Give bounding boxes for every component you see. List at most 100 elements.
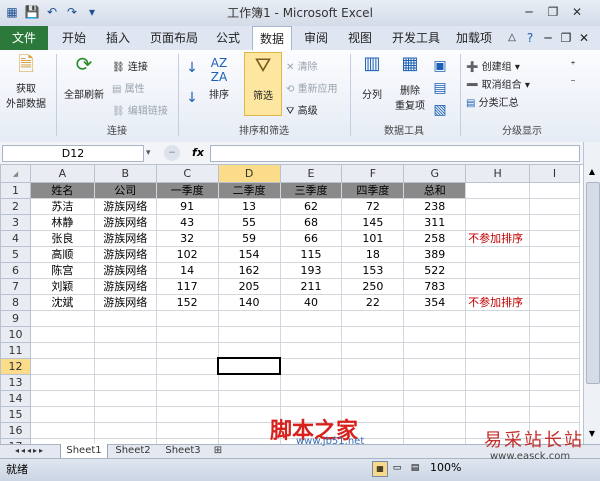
cell-g1[interactable]: 总和 bbox=[403, 182, 467, 199]
cell-c14[interactable] bbox=[155, 390, 219, 407]
cell-g5[interactable]: 389 bbox=[403, 246, 467, 263]
cell-h9[interactable] bbox=[465, 310, 531, 327]
cell-f11[interactable] bbox=[341, 342, 405, 359]
column-header-a[interactable]: A bbox=[29, 164, 95, 183]
formula-expand-icon[interactable]: − bbox=[164, 145, 180, 161]
cell-c4[interactable]: 32 bbox=[155, 230, 219, 247]
sort-button[interactable]: AZ ZA 排序 bbox=[204, 56, 234, 101]
tab-review[interactable]: 审阅 bbox=[298, 26, 334, 50]
row-header-6[interactable]: 6 bbox=[0, 262, 31, 279]
cell-a7[interactable]: 刘颖 bbox=[29, 278, 95, 295]
scroll-thumb[interactable] bbox=[586, 182, 600, 384]
get-external-data-button[interactable]: 🗎 获取 外部数据 bbox=[6, 54, 46, 110]
cell-e7[interactable]: 211 bbox=[279, 278, 343, 295]
cell-g3[interactable]: 311 bbox=[403, 214, 467, 231]
row-header-9[interactable]: 9 bbox=[0, 310, 31, 327]
row-header-10[interactable]: 10 bbox=[0, 326, 31, 343]
cell-e4[interactable]: 66 bbox=[279, 230, 343, 247]
page-layout-view-icon[interactable]: ▭ bbox=[390, 461, 404, 475]
cell-b16[interactable] bbox=[93, 422, 157, 439]
reapply-button[interactable]: ⟲ 重新应用 bbox=[286, 80, 338, 95]
cell-g8[interactable]: 354 bbox=[403, 294, 467, 311]
subtotal-button[interactable]: ▤ 分类汇总 bbox=[466, 94, 519, 109]
tab-view[interactable]: 视图 bbox=[342, 26, 378, 50]
cell-e11[interactable] bbox=[279, 342, 343, 359]
minimize-button[interactable]: ─ bbox=[518, 3, 540, 21]
cell-h14[interactable] bbox=[465, 390, 531, 407]
cell-i7[interactable] bbox=[529, 278, 580, 295]
cell-d3[interactable]: 55 bbox=[217, 214, 281, 231]
row-header-5[interactable]: 5 bbox=[0, 246, 31, 263]
help-icon[interactable]: ? bbox=[522, 26, 538, 50]
cell-h12[interactable] bbox=[465, 358, 531, 375]
cell-f4[interactable]: 101 bbox=[341, 230, 405, 247]
tab-developer[interactable]: 开发工具 bbox=[386, 26, 446, 50]
cell-d1[interactable]: 二季度 bbox=[217, 182, 281, 199]
row-header-15[interactable]: 15 bbox=[0, 406, 31, 423]
worksheet-grid[interactable]: ◢ A B C D E F G H I 1 姓名 公司 一季度 二季度 三季度 四季度 总和 2 苏洁 游族网络 91 13… bbox=[0, 164, 580, 444]
cell-f2[interactable]: 72 bbox=[341, 198, 405, 215]
cell-g9[interactable] bbox=[403, 310, 467, 327]
cell-a3[interactable]: 林静 bbox=[29, 214, 95, 231]
data-validation-icon[interactable]: ▣ bbox=[432, 58, 448, 74]
sheet-nav-icon[interactable]: ◂◂◂▸▸ bbox=[4, 444, 56, 458]
cell-i9[interactable] bbox=[529, 310, 580, 327]
cell-c15[interactable] bbox=[155, 406, 219, 423]
sort-asc-icon[interactable]: ↓ bbox=[184, 60, 200, 76]
cell-h7[interactable] bbox=[465, 278, 531, 295]
cell-g4[interactable]: 258 bbox=[403, 230, 467, 247]
cell-h6[interactable] bbox=[465, 262, 531, 279]
cell-c1[interactable]: 一季度 bbox=[155, 182, 219, 199]
cell-i14[interactable] bbox=[529, 390, 580, 407]
cell-i12[interactable] bbox=[529, 358, 580, 375]
cell-d5[interactable]: 154 bbox=[217, 246, 281, 263]
cell-h10[interactable] bbox=[465, 326, 531, 343]
cell-h15[interactable] bbox=[465, 406, 531, 423]
cell-i11[interactable] bbox=[529, 342, 580, 359]
cell-c3[interactable]: 43 bbox=[155, 214, 219, 231]
name-box[interactable]: D12 bbox=[2, 145, 144, 162]
column-header-i[interactable]: I bbox=[529, 164, 580, 183]
cell-c8[interactable]: 152 bbox=[155, 294, 219, 311]
cell-a13[interactable] bbox=[29, 374, 95, 391]
normal-view-icon[interactable]: ▦ bbox=[372, 461, 388, 477]
minimize-ribbon-icon[interactable]: △ bbox=[504, 26, 520, 50]
cell-e1[interactable]: 三季度 bbox=[279, 182, 343, 199]
cell-g12[interactable] bbox=[403, 358, 467, 375]
cell-a11[interactable] bbox=[29, 342, 95, 359]
tab-insert[interactable]: 插入 bbox=[100, 26, 136, 50]
scroll-up-icon[interactable]: ▲ bbox=[586, 166, 598, 178]
consolidate-icon[interactable]: ▤ bbox=[432, 80, 448, 96]
cell-a4[interactable]: 张良 bbox=[29, 230, 95, 247]
tab-home[interactable]: 开始 bbox=[56, 26, 92, 50]
row-header-4[interactable]: 4 bbox=[0, 230, 31, 247]
cell-c5[interactable]: 102 bbox=[155, 246, 219, 263]
cell-f8[interactable]: 22 bbox=[341, 294, 405, 311]
cell-c11[interactable] bbox=[155, 342, 219, 359]
cell-a2[interactable]: 苏洁 bbox=[29, 198, 95, 215]
cell-b1[interactable]: 公司 bbox=[93, 182, 157, 199]
remove-duplicates-button[interactable]: ▦ 删除 重复项 bbox=[392, 55, 428, 113]
sheet-tab-sheet2[interactable]: Sheet2 bbox=[110, 444, 156, 458]
group-button[interactable]: ➕ 创建组 ▾ bbox=[466, 58, 520, 73]
cell-i13[interactable] bbox=[529, 374, 580, 391]
cell-c12[interactable] bbox=[155, 358, 219, 375]
cell-f10[interactable] bbox=[341, 326, 405, 343]
cell-i3[interactable] bbox=[529, 214, 580, 231]
cell-e12[interactable] bbox=[279, 358, 343, 375]
sort-desc-icon[interactable]: ↓ bbox=[184, 90, 200, 106]
text-to-columns-button[interactable]: ▥ 分列 bbox=[354, 55, 390, 102]
scroll-down-icon[interactable]: ▼ bbox=[586, 428, 598, 440]
cell-g7[interactable]: 783 bbox=[403, 278, 467, 295]
cell-c7[interactable]: 117 bbox=[155, 278, 219, 295]
cell-a14[interactable] bbox=[29, 390, 95, 407]
cell-g16[interactable] bbox=[403, 422, 467, 439]
wb-restore-icon[interactable]: ❐ bbox=[558, 26, 574, 50]
cell-i1[interactable] bbox=[529, 182, 580, 199]
cell-g13[interactable] bbox=[403, 374, 467, 391]
cell-g15[interactable] bbox=[403, 406, 467, 423]
cell-c6[interactable]: 14 bbox=[155, 262, 219, 279]
cell-b6[interactable]: 游族网络 bbox=[93, 262, 157, 279]
cell-f14[interactable] bbox=[341, 390, 405, 407]
tab-data[interactable]: 数据 bbox=[252, 26, 292, 52]
